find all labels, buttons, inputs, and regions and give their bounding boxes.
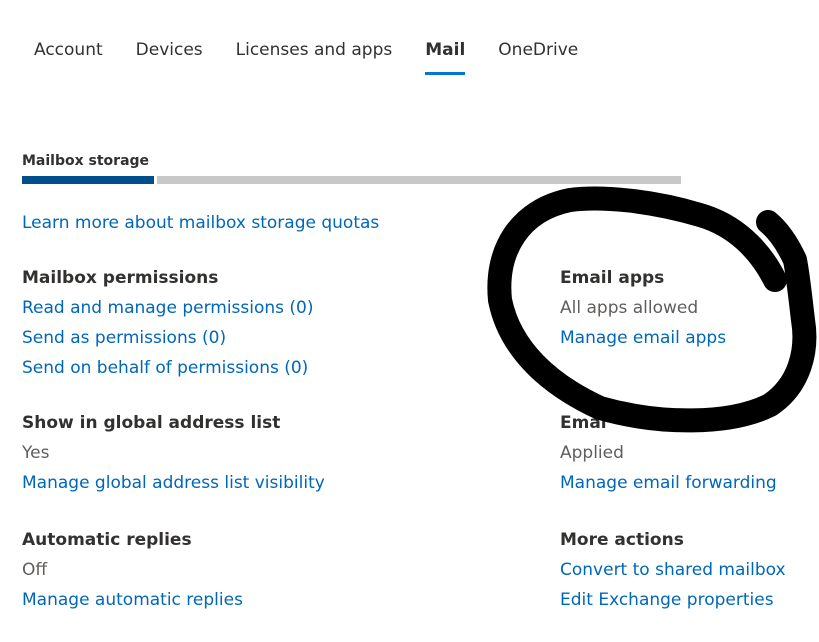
tab-devices[interactable]: Devices (136, 40, 203, 72)
manage-gal-visibility-link[interactable]: Manage global address list visibility (22, 473, 325, 493)
send-on-behalf-permissions-link[interactable]: Send on behalf of permissions (0) (22, 358, 312, 378)
mailbox-storage-label: Mailbox storage (22, 153, 150, 169)
global-address-list-value: Yes (22, 443, 50, 463)
mailbox-permissions-section: Mailbox permissions Read and manage perm… (22, 268, 314, 388)
convert-to-shared-mailbox-link[interactable]: Convert to shared mailbox (560, 560, 819, 580)
tab-licenses-and-apps[interactable]: Licenses and apps (236, 40, 393, 72)
global-address-list-section: Show in global address list Yes Manage g… (22, 413, 325, 503)
email-forwarding-value: Applied (560, 443, 624, 463)
automatic-replies-value: Off (22, 560, 48, 580)
email-apps-heading: Email apps (560, 268, 665, 288)
tab-account[interactable]: Account (34, 40, 103, 72)
email-forwarding-section: Emai Applied Manage email forwarding (560, 413, 819, 503)
send-as-permissions-link[interactable]: Send as permissions (0) (22, 328, 312, 348)
email-apps-section: Email apps All apps allowed Manage email… (560, 268, 819, 358)
learn-more-storage-quotas-link[interactable]: Learn more about mailbox storage quotas (22, 213, 379, 233)
automatic-replies-section: Automatic replies Off Manage automatic r… (22, 530, 312, 620)
email-forwarding-heading: Emai (560, 413, 607, 433)
tab-mail[interactable]: Mail (425, 40, 466, 75)
storage-used-fill (22, 176, 154, 184)
tab-bar: Account Devices Licenses and apps Mail O… (34, 40, 611, 75)
edit-exchange-properties-link[interactable]: Edit Exchange properties (560, 590, 819, 610)
more-actions-section: More actions Convert to shared mailbox E… (560, 530, 819, 620)
storage-free-fill (157, 176, 681, 184)
manage-email-apps-link[interactable]: Manage email apps (560, 328, 819, 348)
automatic-replies-heading: Automatic replies (22, 530, 192, 550)
manage-automatic-replies-link[interactable]: Manage automatic replies (22, 590, 312, 610)
mailbox-permissions-heading: Mailbox permissions (22, 268, 219, 288)
email-apps-value: All apps allowed (560, 298, 699, 318)
read-manage-permissions-link[interactable]: Read and manage permissions (0) (22, 298, 314, 318)
tab-onedrive[interactable]: OneDrive (498, 40, 578, 72)
global-address-list-heading: Show in global address list (22, 413, 281, 433)
mailbox-storage-bar (22, 176, 681, 184)
manage-email-forwarding-link[interactable]: Manage email forwarding (560, 473, 819, 493)
more-actions-heading: More actions (560, 530, 684, 550)
